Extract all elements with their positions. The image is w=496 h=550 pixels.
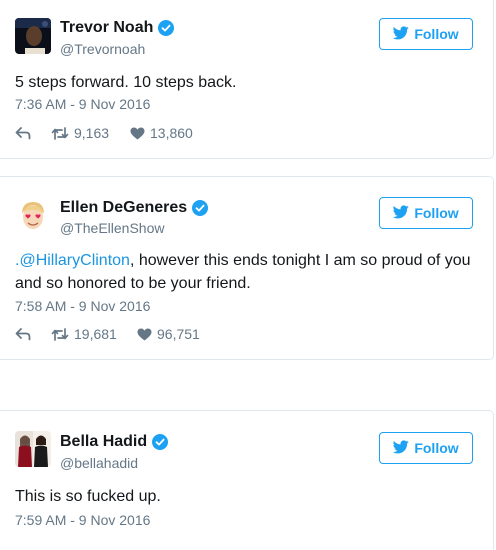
- twitter-bird-icon: [393, 25, 410, 43]
- user-handle[interactable]: @Trevornoah: [60, 41, 145, 57]
- timestamp[interactable]: 7:59 AM - 9 Nov 2016: [15, 512, 150, 528]
- follow-button[interactable]: Follow: [379, 197, 473, 229]
- tweet-card: Trevor Noah @Trevornoah Follow 5 steps f…: [0, 0, 494, 159]
- timestamp[interactable]: 7:58 AM - 9 Nov 2016: [15, 298, 150, 314]
- like-button[interactable]: 96,751: [137, 326, 200, 342]
- follow-button[interactable]: Follow: [379, 432, 473, 464]
- display-name[interactable]: Trevor Noah: [60, 19, 153, 37]
- reply-icon: [15, 328, 31, 341]
- user-handle[interactable]: @TheEllenShow: [60, 220, 165, 236]
- tweet-text: This is so fucked up.: [15, 488, 161, 505]
- retweet-icon: [51, 126, 69, 140]
- display-name[interactable]: Ellen DeGeneres: [60, 199, 187, 217]
- user-handle[interactable]: @bellahadid: [60, 455, 138, 471]
- tweet-text: .@HillaryClinton, however this ends toni…: [15, 249, 480, 295]
- twitter-bird-icon: [393, 204, 410, 222]
- like-count: 96,751: [157, 326, 200, 342]
- like-count: 13,860: [150, 125, 193, 141]
- avatar[interactable]: [15, 18, 51, 54]
- tweet-text: 5 steps forward. 10 steps back.: [15, 74, 237, 91]
- follow-label: Follow: [414, 205, 459, 221]
- tweet-actions: 9,163 13,860: [15, 125, 193, 141]
- follow-label: Follow: [414, 26, 459, 42]
- twitter-bird-icon: [393, 439, 410, 457]
- follow-button[interactable]: Follow: [379, 18, 473, 50]
- like-button[interactable]: 13,860: [130, 125, 193, 141]
- display-name[interactable]: Bella Hadid: [60, 433, 147, 451]
- mention-link[interactable]: .@HillaryClinton: [15, 252, 130, 269]
- retweet-icon: [51, 327, 69, 341]
- avatar[interactable]: [15, 431, 51, 467]
- timestamp[interactable]: 7:36 AM - 9 Nov 2016: [15, 96, 150, 112]
- retweet-count: 19,681: [74, 326, 117, 342]
- reply-button[interactable]: [15, 126, 51, 140]
- verified-icon: [152, 434, 169, 450]
- avatar[interactable]: [15, 198, 51, 234]
- verified-icon: [192, 200, 209, 216]
- follow-label: Follow: [414, 440, 459, 456]
- heart-icon: [137, 328, 152, 340]
- tweet-card: Bella Hadid @bellahadid Follow This is s…: [0, 410, 494, 550]
- heart-icon: [130, 127, 145, 139]
- retweet-button[interactable]: 9,163: [51, 125, 130, 141]
- tweet-card: Ellen DeGeneres @TheEllenShow Follow .@H…: [0, 176, 494, 360]
- verified-icon: [158, 20, 175, 36]
- reply-icon: [15, 127, 31, 140]
- retweet-button[interactable]: 19,681: [51, 326, 137, 342]
- reply-button[interactable]: [15, 327, 51, 341]
- tweet-actions: 19,681 96,751: [15, 326, 200, 342]
- retweet-count: 9,163: [74, 125, 110, 141]
